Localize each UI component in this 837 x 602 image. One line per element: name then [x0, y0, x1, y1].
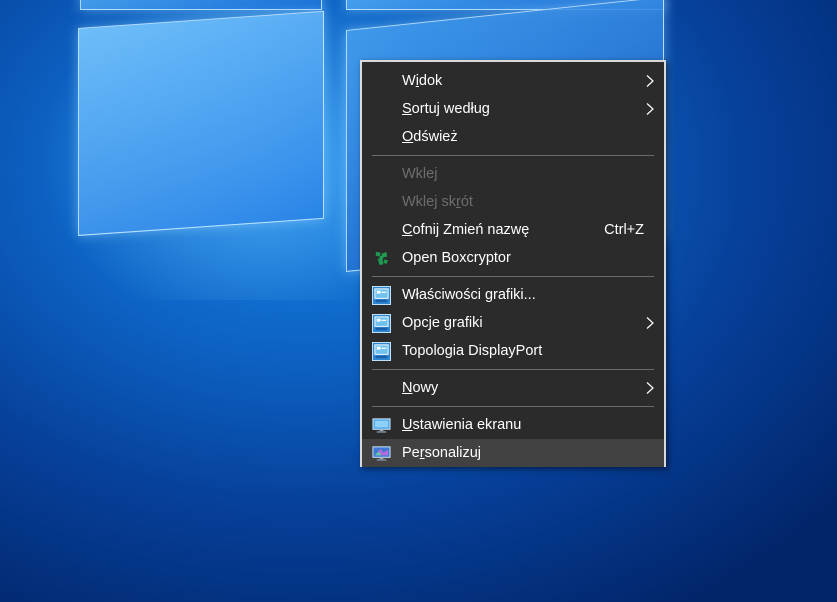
menu-item-open-boxcryptor[interactable]: Open Boxcryptor [362, 244, 664, 272]
desktop-context-menu: Widok Sortuj według Odśwież Wklej Wklej skró… [360, 60, 666, 467]
menu-item-label: Personalizuj [402, 445, 482, 461]
menu-item-label: Wklej [402, 166, 438, 182]
menu-separator [372, 406, 654, 407]
menu-item-wklej: Wklej [362, 160, 664, 188]
menu-item-label: Open Boxcryptor [402, 250, 511, 266]
menu-item-opcje-grafiki[interactable]: Opcje grafiki [362, 309, 664, 337]
menu-item-label: Topologia DisplayPort [402, 343, 543, 359]
menu-item-label: Odśwież [402, 129, 458, 145]
menu-item-label: Sortuj według [402, 101, 490, 117]
menu-item-cofnij-zmien-nazwe[interactable]: Cofnij Zmień nazwę Ctrl+Z [362, 216, 664, 244]
menu-item-ustawienia-ekranu[interactable]: Ustawienia ekranu [362, 411, 664, 439]
menu-item-label: Ustawienia ekranu [402, 417, 522, 433]
menu-item-widok[interactable]: Widok [362, 67, 664, 95]
menu-item-label: Nowy [402, 380, 439, 396]
intel-graphics-icon [372, 342, 391, 361]
menu-item-label: Opcje grafiki [402, 315, 483, 331]
menu-item-personalizuj[interactable]: Personalizuj [362, 439, 664, 467]
wallpaper-pane [80, 0, 322, 10]
menu-item-label: Widok [402, 73, 443, 89]
chevron-right-icon [646, 317, 654, 329]
menu-item-odswiez[interactable]: Odśwież [362, 123, 664, 151]
wallpaper-pane [78, 10, 324, 236]
chevron-right-icon [646, 103, 654, 115]
intel-graphics-icon [372, 314, 391, 333]
boxcryptor-icon [372, 249, 391, 268]
chevron-right-icon [646, 382, 654, 394]
menu-separator [372, 155, 654, 156]
personalize-icon [372, 444, 391, 463]
menu-item-nowy[interactable]: Nowy [362, 374, 664, 402]
menu-item-label: Właściwości grafiki... [402, 287, 536, 303]
menu-separator [372, 369, 654, 370]
menu-item-topologia-displayport[interactable]: Topologia DisplayPort [362, 337, 664, 365]
menu-item-wklej-skrot: Wklej skrót [362, 188, 664, 216]
menu-item-sortuj-wedlug[interactable]: Sortuj według [362, 95, 664, 123]
intel-graphics-icon [372, 286, 391, 305]
menu-item-label: Wklej skrót [402, 194, 473, 210]
menu-item-shortcut: Ctrl+Z [604, 222, 644, 238]
menu-item-wlasciwosci-grafiki[interactable]: Właściwości grafiki... [362, 281, 664, 309]
menu-separator [372, 276, 654, 277]
menu-item-label: Cofnij Zmień nazwę [402, 222, 530, 238]
display-settings-icon [372, 416, 391, 435]
chevron-right-icon [646, 75, 654, 87]
